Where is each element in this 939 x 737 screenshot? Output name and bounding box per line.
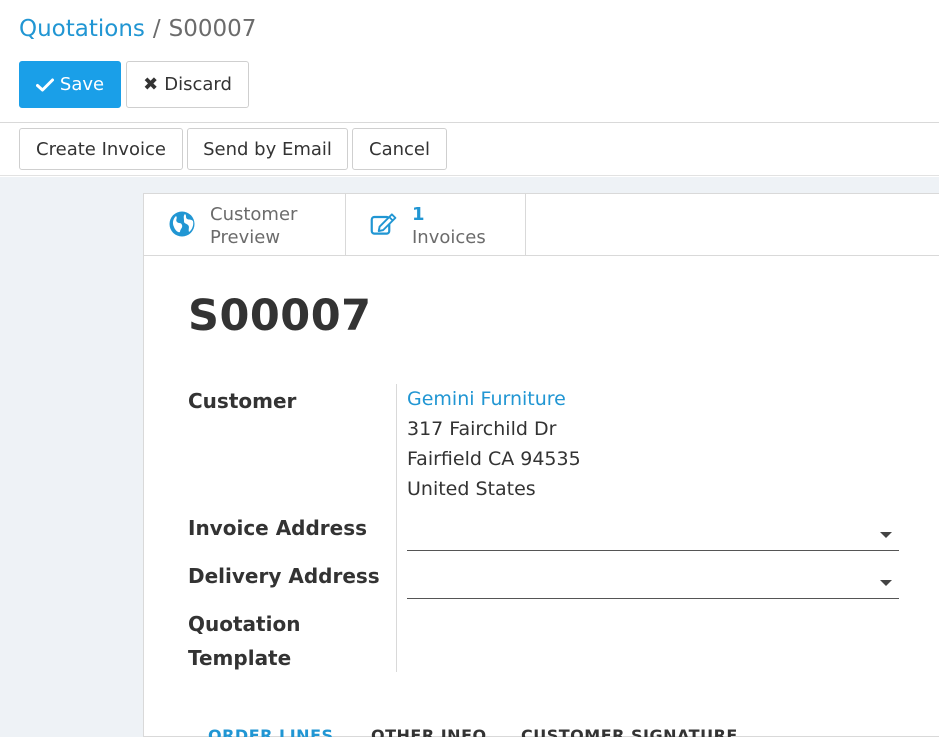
customer-preview-button[interactable]: Customer Preview: [144, 194, 346, 255]
discard-button-label: Discard: [164, 74, 232, 95]
breadcrumb-separator: /: [152, 16, 161, 42]
customer-address-line-2: Fairfield CA 94535: [407, 448, 581, 470]
create-invoice-button[interactable]: Create Invoice: [19, 128, 183, 170]
chevron-down-icon: [880, 532, 892, 538]
discard-button[interactable]: ✖ Discard: [126, 61, 249, 108]
chevron-down-icon: [880, 580, 892, 586]
breadcrumb-quotations-link[interactable]: Quotations: [19, 16, 145, 42]
close-icon: ✖: [143, 74, 159, 95]
invoice-address-label: Invoice Address: [188, 516, 368, 540]
send-by-email-button[interactable]: Send by Email: [187, 128, 348, 170]
check-icon: [35, 78, 54, 91]
field-divider: [396, 384, 397, 672]
customer-preview-line1: Customer: [210, 204, 298, 225]
customer-preview-text: Customer Preview: [210, 203, 297, 249]
statusbar: Create Invoice Send by Email Cancel: [0, 123, 939, 176]
invoices-smart-button[interactable]: 1 Invoices: [346, 194, 526, 255]
customer-label: Customer: [188, 389, 297, 413]
save-button[interactable]: Save: [19, 61, 121, 108]
tab-other-info[interactable]: OTHER INFO: [371, 726, 487, 737]
quotation-template-label-line1: Quotation: [188, 612, 301, 636]
breadcrumb: Quotations / S00007: [19, 14, 256, 44]
invoice-address-select[interactable]: [407, 517, 899, 551]
globe-icon: [169, 211, 195, 237]
cancel-button[interactable]: Cancel: [352, 128, 447, 170]
invoices-count: 1: [412, 204, 425, 225]
customer-address-line-3: United States: [407, 478, 536, 500]
tab-order-lines[interactable]: ORDER LINES: [208, 726, 334, 737]
invoices-smart-text: 1 Invoices: [412, 203, 486, 249]
customer-preview-line2: Preview: [210, 227, 281, 248]
page-title: S00007: [188, 291, 372, 341]
invoices-label: Invoices: [412, 227, 486, 248]
tab-customer-signature[interactable]: CUSTOMER SIGNATURE: [521, 726, 738, 737]
customer-name-link[interactable]: Gemini Furniture: [407, 384, 566, 414]
form-sheet: Customer Preview 1 Invoices S00007 Custo…: [143, 193, 939, 737]
quotation-template-label-line2: Template: [188, 646, 292, 670]
breadcrumb-current: S00007: [168, 16, 257, 42]
edit-icon: [370, 213, 397, 235]
customer-address-line-1: 317 Fairchild Dr: [407, 418, 557, 440]
delivery-address-select[interactable]: [407, 565, 899, 599]
delivery-address-label: Delivery Address: [188, 564, 380, 588]
control-panel: Quotations / S00007 Save ✖ Discard: [0, 0, 939, 123]
smart-button-box: Customer Preview 1 Invoices: [144, 194, 939, 256]
save-button-label: Save: [59, 74, 105, 95]
